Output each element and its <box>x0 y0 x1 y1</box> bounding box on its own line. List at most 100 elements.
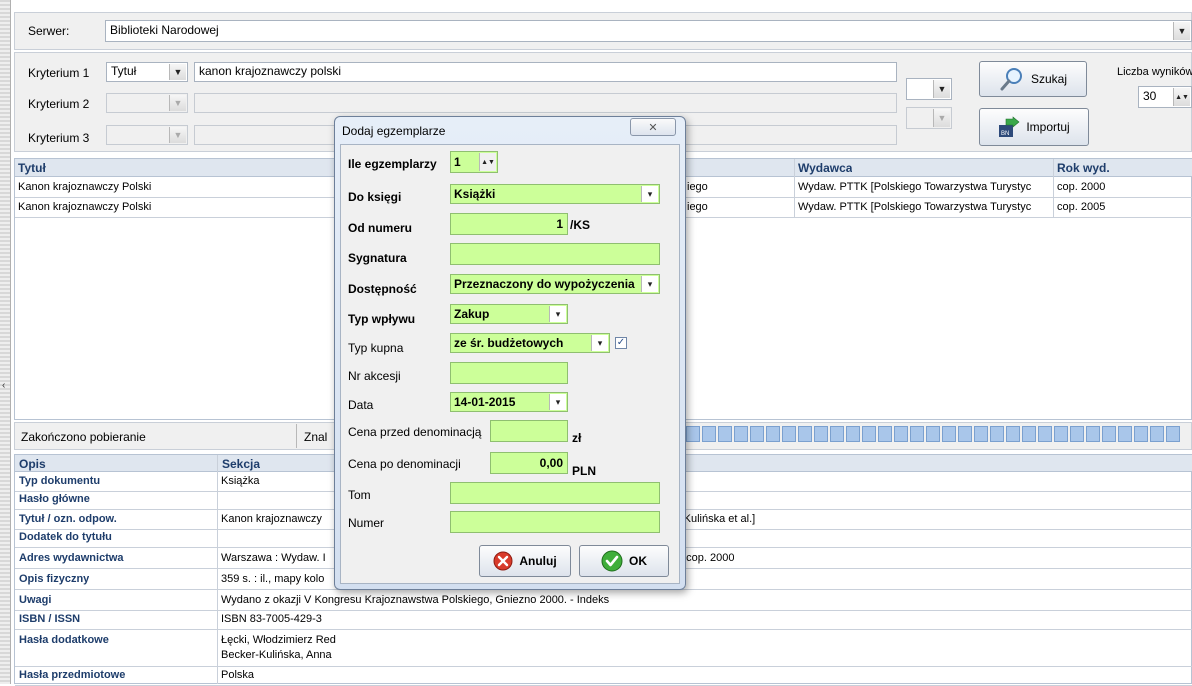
progress-segment <box>782 426 796 442</box>
volume-label: Tom <box>348 488 371 502</box>
progress-segment <box>862 426 876 442</box>
copies-value: 1 <box>454 155 461 169</box>
book-value: Książki <box>454 187 496 201</box>
availability-select[interactable]: Przeznaczony do wypożyczenia ▾ <box>450 274 660 294</box>
progress-segment <box>974 426 988 442</box>
server-value: Biblioteki Narodowej <box>110 23 219 37</box>
progress-segment <box>686 426 700 442</box>
criterion-1-field-select[interactable]: Tytuł ▼ <box>106 62 188 82</box>
chevron-down-icon[interactable]: ▾ <box>549 306 566 322</box>
chevron-down-icon[interactable]: ▼ <box>169 127 186 143</box>
row-publisher: Wydaw. PTTK [Polskiego Towarzystwa Turys… <box>798 181 1032 193</box>
progress-segment <box>766 426 780 442</box>
detail-value: Warszawa : Wydaw. I <box>221 552 326 564</box>
chevron-down-icon[interactable]: ▼ <box>933 80 950 98</box>
chevron-down-icon[interactable]: ▼ <box>169 64 186 80</box>
price-after-input[interactable]: 0,00 <box>490 452 568 474</box>
criterion-2-input[interactable] <box>194 93 897 113</box>
criterion-1-input[interactable]: kanon krajoznawczy polski <box>194 62 897 82</box>
server-select[interactable]: Biblioteki Narodowej ▼ <box>105 20 1192 42</box>
progress-segment <box>878 426 892 442</box>
detail-value: Kanon krajoznawczy <box>221 513 322 525</box>
criterion-2-field-select[interactable]: ▼ <box>106 93 188 113</box>
ok-button[interactable]: OK <box>579 545 669 577</box>
purchase-select[interactable]: ze śr. budżetowych ▾ <box>450 333 610 353</box>
column-header-year[interactable]: Rok wyd. <box>1057 161 1110 175</box>
copies-spinner[interactable]: 1 ▲▼ <box>450 151 498 173</box>
detail-value: ISBN 83-7005-429-3 <box>221 613 322 625</box>
accession-label: Nr akcesji <box>348 369 401 383</box>
criterion-3-field-select[interactable]: ▼ <box>106 125 188 145</box>
progress-segment <box>1006 426 1020 442</box>
results-count-value: 30 <box>1143 89 1157 103</box>
spinner-arrows-icon[interactable]: ▲▼ <box>1173 88 1190 106</box>
progress-segment <box>1086 426 1100 442</box>
import-button[interactable]: BN Importuj <box>979 108 1089 146</box>
chevron-down-icon[interactable]: ▼ <box>1173 22 1190 40</box>
detail-label: Dodatek do tytułu <box>19 531 112 543</box>
number-input[interactable] <box>450 511 660 533</box>
progress-segment <box>846 426 860 442</box>
detail-label: Hasła przedmiotowe <box>19 669 126 681</box>
signature-input[interactable] <box>450 243 660 265</box>
book-label: Do księgi <box>348 190 402 204</box>
criterion-2-label: Kryterium 2 <box>28 97 90 111</box>
chevron-down-icon[interactable]: ▾ <box>641 276 658 292</box>
server-label: Serwer: <box>28 24 70 38</box>
price-before-input[interactable] <box>490 420 568 442</box>
criterion-1-field-value: Tytuł <box>111 64 137 78</box>
purchase-checkbox[interactable]: ✓ <box>615 337 627 349</box>
detail-label: Tytuł / ozn. odpow. <box>19 513 117 525</box>
chevron-down-icon[interactable]: ▼ <box>169 95 186 111</box>
search-button[interactable]: Szukaj <box>979 61 1087 97</box>
detail-label: Opis fizyczny <box>19 573 90 585</box>
chevron-down-icon[interactable]: ▾ <box>549 394 566 410</box>
column-header-publisher[interactable]: Wydawca <box>798 161 852 175</box>
operator-2-select[interactable]: ▼ <box>906 107 952 129</box>
date-label: Data <box>348 398 374 412</box>
progress-segment <box>1102 426 1116 442</box>
column-header-title[interactable]: Tytuł <box>18 161 46 175</box>
found-label: Znal <box>304 430 328 444</box>
collapse-arrow-icon[interactable]: ‹ <box>2 380 10 392</box>
price-before-unit: zł <box>572 431 582 445</box>
price-after-value: 0,00 <box>539 456 563 470</box>
cancel-button[interactable]: Anuluj <box>479 545 571 577</box>
purchase-label: Typ kupna <box>348 341 404 355</box>
column-header-desc[interactable]: Opis <box>19 457 46 471</box>
close-icon: ✕ <box>648 121 658 134</box>
operator-1-select[interactable]: ▼ <box>906 78 952 100</box>
from-number-suffix: /KS <box>570 218 591 232</box>
progress-segment <box>734 426 748 442</box>
inflow-select[interactable]: Zakup ▾ <box>450 304 568 324</box>
chevron-down-icon[interactable]: ▾ <box>591 335 608 351</box>
row-divider <box>15 610 1192 611</box>
copies-label: Ile egzemplarzy <box>348 157 437 171</box>
progress-segment <box>1038 426 1052 442</box>
detail-label: Hasła dodatkowe <box>19 634 109 646</box>
from-number-input[interactable]: 1 <box>450 213 568 235</box>
status-text: Zakończono pobieranie <box>21 430 146 444</box>
inflow-value: Zakup <box>454 307 490 321</box>
progress-segment <box>942 426 956 442</box>
accession-input[interactable] <box>450 362 568 384</box>
column-header-section[interactable]: Sekcja <box>222 457 260 471</box>
chevron-down-icon[interactable]: ▼ <box>933 109 950 127</box>
price-before-label: Cena przed denominacją <box>348 425 482 439</box>
book-select[interactable]: Książki ▾ <box>450 184 660 204</box>
dialog-close-button[interactable]: ✕ <box>630 118 676 136</box>
spinner-arrows-icon[interactable]: ▲▼ <box>479 153 496 171</box>
date-picker[interactable]: 14-01-2015 ▾ <box>450 392 568 412</box>
row-title: Kanon krajoznawczy Polski <box>18 181 152 193</box>
progress-segment <box>1166 426 1180 442</box>
volume-input[interactable] <box>450 482 660 504</box>
progress-segment <box>814 426 828 442</box>
search-icon <box>1000 68 1022 91</box>
price-after-label: Cena po denominacji <box>348 457 461 471</box>
chevron-down-icon[interactable]: ▾ <box>641 186 658 202</box>
criterion-1-label: Kryterium 1 <box>28 66 90 80</box>
results-count-spinner[interactable]: 30 ▲▼ <box>1138 86 1192 108</box>
progress-segment <box>958 426 972 442</box>
detail-value-tail: , cop. 2000 <box>680 552 735 564</box>
results-count-label: Liczba wyników <box>1117 66 1192 78</box>
